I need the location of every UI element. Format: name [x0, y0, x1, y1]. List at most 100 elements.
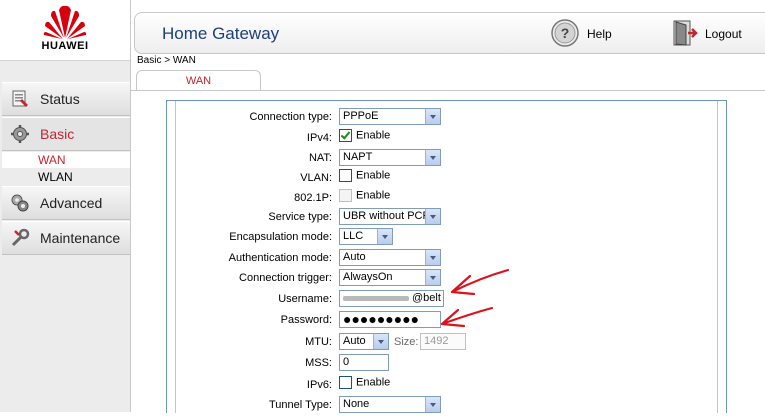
encapsulation-mode-row: Encapsulation mode: LLC: [176, 227, 717, 248]
password-input[interactable]: ●●●●●●●●●: [339, 311, 441, 328]
help-icon: ?: [551, 19, 579, 47]
chevron-down-icon: [425, 397, 440, 412]
connection-type-label: Connection type:: [249, 111, 332, 123]
help-label: Help: [587, 27, 612, 41]
tunnel-type-select[interactable]: None: [339, 396, 441, 413]
username-suffix: @belt: [412, 292, 441, 304]
tab-wan[interactable]: WAN: [136, 70, 261, 91]
logout-button[interactable]: Logout: [670, 17, 750, 49]
dot1p-label: 802.1P:: [294, 192, 332, 204]
encapsulation-mode-select[interactable]: LLC: [339, 228, 393, 245]
chevron-down-icon: [425, 150, 440, 165]
encapsulation-mode-value: LLC: [343, 230, 364, 242]
tab-divider: [130, 90, 765, 91]
username-label: Username:: [278, 293, 332, 305]
username-input[interactable]: @belt: [339, 290, 444, 307]
mtu-label: MTU:: [305, 336, 332, 348]
ipv6-row: IPv6: Enable: [176, 375, 717, 396]
basic-gear-icon: [11, 125, 29, 143]
mss-label: MSS:: [305, 357, 332, 369]
chevron-down-icon: [377, 229, 392, 244]
tunnel-type-label: Tunnel Type:: [269, 399, 332, 411]
vlan-label: VLAN:: [300, 172, 332, 184]
mtu-select[interactable]: Auto: [339, 333, 389, 350]
sidebar-item-advanced[interactable]: Advanced: [2, 186, 130, 220]
password-label: Password:: [280, 314, 332, 326]
encapsulation-mode-label: Encapsulation mode:: [229, 231, 332, 243]
authentication-mode-value: Auto: [343, 251, 366, 263]
brand-name: HUAWEI: [41, 40, 89, 52]
maintenance-icon: [11, 228, 30, 247]
sidebar: HUAWEI Status Basic WAN WLAN Advanced Ma…: [0, 0, 131, 412]
mtu-row: MTU: Auto Size: 1492: [176, 332, 717, 353]
vlan-row: VLAN: Enable: [176, 168, 717, 189]
username-row: Username: @belt: [176, 289, 717, 310]
tunnel-type-row: Tunnel Type: None: [176, 395, 717, 416]
connection-trigger-label: Connection trigger:: [239, 272, 332, 284]
ipv6-label: IPv6:: [306, 379, 332, 391]
username-redacted: [343, 291, 411, 306]
chevron-down-icon: [373, 334, 388, 349]
help-button[interactable]: ? Help: [550, 17, 630, 49]
service-type-row: Service type: UBR without PCR: [176, 207, 717, 228]
sidebar-subitem-label: WAN: [38, 153, 66, 167]
vlan-control: Enable: [339, 169, 390, 182]
vlan-enable-checkbox[interactable]: [339, 169, 352, 182]
connection-type-row: Connection type: PPPoE: [176, 107, 717, 128]
sidebar-item-label: Maintenance: [40, 230, 121, 246]
sidebar-subitem-wlan[interactable]: WLAN: [2, 169, 130, 185]
huawei-logo: HUAWEI: [0, 0, 130, 61]
ipv6-enable-label: Enable: [356, 376, 391, 389]
service-type-label: Service type:: [268, 211, 332, 223]
mss-input[interactable]: 0: [339, 354, 389, 371]
mss-value: 0: [343, 356, 350, 368]
nat-row: NAT: NAPT: [176, 148, 717, 169]
service-type-value: UBR without PCR: [343, 210, 431, 222]
authentication-mode-row: Authentication mode: Auto: [176, 248, 717, 269]
blurred-text-icon: [343, 296, 409, 301]
breadcrumb: Basic > WAN: [137, 55, 196, 66]
ipv4-enable-checkbox[interactable]: [339, 129, 352, 142]
logout-label: Logout: [705, 27, 742, 41]
dot1p-control: Enable: [339, 189, 390, 202]
mtu-size-value: 1492: [424, 335, 449, 347]
dot1p-enable-checkbox[interactable]: [339, 189, 352, 202]
chevron-down-icon: [425, 109, 440, 124]
sidebar-item-basic[interactable]: Basic: [2, 117, 130, 151]
nat-label: NAT:: [308, 152, 332, 164]
sidebar-item-status[interactable]: Status: [2, 82, 130, 116]
connection-trigger-select[interactable]: AlwaysOn: [339, 269, 441, 286]
chevron-down-icon: [425, 250, 440, 265]
advanced-icon: [11, 194, 29, 212]
connection-type-value: PPPoE: [343, 110, 379, 122]
authentication-mode-select[interactable]: Auto: [339, 249, 441, 266]
mtu-size-input[interactable]: 1492: [420, 333, 466, 350]
page-title: Home Gateway: [162, 24, 280, 43]
ipv4-control: Enable: [339, 129, 390, 142]
password-value: ●●●●●●●●●: [343, 311, 420, 327]
header-bar: Home Gateway ? Help Logout: [134, 12, 765, 54]
service-type-select[interactable]: UBR without PCR: [339, 208, 441, 225]
password-row: Password: ●●●●●●●●●: [176, 310, 717, 331]
connection-type-select[interactable]: PPPoE: [339, 108, 441, 125]
mss-row: MSS: 0: [176, 353, 717, 374]
sidebar-subitem-wan[interactable]: WAN: [2, 152, 130, 168]
tunnel-type-value: None: [343, 398, 370, 410]
chevron-down-icon: [425, 209, 440, 224]
dot1p-row: 802.1P: Enable: [176, 188, 717, 209]
connection-trigger-value: AlwaysOn: [343, 271, 393, 283]
sidebar-item-label: Status: [40, 91, 80, 107]
ipv4-row: IPv4: Enable: [176, 128, 717, 149]
ipv6-enable-checkbox[interactable]: [339, 376, 352, 389]
connection-trigger-row: Connection trigger: AlwaysOn: [176, 268, 717, 289]
dot1p-enable-label: Enable: [356, 189, 391, 202]
nat-select[interactable]: NAPT: [339, 149, 441, 166]
sidebar-item-maintenance[interactable]: Maintenance: [2, 221, 130, 255]
wan-config-panel: Connection type: PPPoE IPv4: Enable NAT:…: [166, 100, 727, 413]
ipv4-enable-label: Enable: [356, 129, 391, 142]
mtu-size-label: Size:: [394, 336, 419, 348]
wan-config-form: Connection type: PPPoE IPv4: Enable NAT:…: [175, 101, 718, 413]
chevron-down-icon: [425, 270, 440, 285]
mtu-value: Auto: [343, 335, 366, 347]
ipv6-control: Enable: [339, 376, 390, 389]
